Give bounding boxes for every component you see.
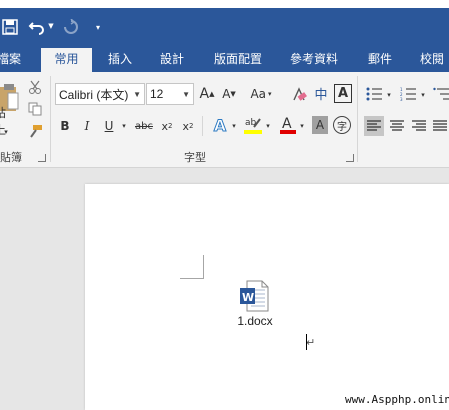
clipboard-group-label: 貼簿 xyxy=(0,151,22,164)
grow-font-icon[interactable]: A ▲ xyxy=(198,84,216,104)
tab-file[interactable]: 檔案 xyxy=(0,48,24,72)
font-name-dropdown[interactable]: Calibri (本文) ▼ xyxy=(55,83,145,105)
phonetic-guide-label: 中 xyxy=(314,87,328,103)
undo-dropdown-icon[interactable]: ▼ xyxy=(46,20,56,32)
font-name-value: Calibri (本文) xyxy=(59,87,129,102)
text-cursor xyxy=(306,334,307,350)
undo-icon[interactable] xyxy=(26,16,48,38)
svg-text:W: W xyxy=(242,291,254,304)
redo-icon[interactable] xyxy=(60,16,82,38)
margin-corner-mark xyxy=(180,255,204,279)
numbering-dropdown-icon[interactable]: ▾ xyxy=(418,90,428,100)
qat-top-strip xyxy=(0,0,449,8)
bullets-icon[interactable] xyxy=(364,84,384,104)
ribbon-tabs: 檔案 常用 插入 設計 版面配置 參考資料 郵件 校閱 xyxy=(0,48,449,72)
character-border-icon[interactable]: A xyxy=(334,84,352,103)
strikethrough-button[interactable]: abc xyxy=(132,116,156,136)
enclose-characters-icon[interactable]: 字 xyxy=(333,116,351,134)
font-group-label: 字型 xyxy=(184,151,206,164)
format-painter-icon[interactable] xyxy=(26,122,44,140)
group-divider xyxy=(202,116,203,136)
embedded-file-object[interactable]: W 1.docx xyxy=(225,280,285,330)
phonetic-guide-button[interactable]: 中 xyxy=(312,82,330,104)
highlight-dropdown-icon[interactable]: ▾ xyxy=(263,120,273,132)
clear-formatting-icon[interactable] xyxy=(290,84,308,104)
ribbon-home: 貼上 ▾ 貼簿 Calibri (本文) ▼ 12 ▼ A ▲ A ▼ Aa ▾ 中 … xyxy=(0,72,449,168)
group-divider xyxy=(357,76,358,162)
tab-design[interactable]: 設計 xyxy=(152,48,192,72)
superscript-button[interactable]: x2 xyxy=(179,116,197,136)
change-case-label: Aa xyxy=(250,87,267,101)
italic-button[interactable]: I xyxy=(78,116,96,136)
tab-home[interactable]: 常用 xyxy=(41,48,92,72)
highlight-icon[interactable]: ab xyxy=(242,114,264,136)
change-case-button[interactable]: Aa ▾ xyxy=(246,84,276,104)
document-area: W 1.docx ↵ www.Aspphp.online xyxy=(0,168,449,410)
underline-button[interactable]: U xyxy=(100,116,118,136)
customize-qat-icon[interactable]: ▾ xyxy=(92,20,104,34)
font-size-dropdown[interactable]: 12 ▼ xyxy=(146,83,194,105)
tab-mailings[interactable]: 郵件 xyxy=(360,48,400,72)
embedded-file-name: 1.docx xyxy=(237,314,273,328)
svg-text:A: A xyxy=(282,116,292,132)
tab-layout[interactable]: 版面配置 xyxy=(208,48,268,72)
justify-icon[interactable] xyxy=(431,116,449,136)
chevron-down-icon: ▼ xyxy=(133,90,141,99)
chevron-down-icon: ▼ xyxy=(182,90,190,99)
svg-text:3: 3 xyxy=(400,97,403,101)
align-center-icon[interactable] xyxy=(387,116,407,136)
numbering-icon[interactable]: 123 xyxy=(398,84,418,104)
underline-dropdown-icon[interactable]: ▾ xyxy=(119,120,129,132)
word-file-icon: W xyxy=(239,280,269,312)
tab-insert[interactable]: 插入 xyxy=(100,48,140,72)
character-shading-icon[interactable]: A xyxy=(312,116,328,134)
copy-icon[interactable] xyxy=(26,100,44,118)
group-divider xyxy=(50,76,51,162)
save-icon[interactable] xyxy=(0,16,20,38)
font-launcher-icon[interactable] xyxy=(346,154,354,162)
paste-dropdown-icon[interactable]: ▾ xyxy=(0,127,12,137)
clipboard-launcher-icon[interactable] xyxy=(38,154,46,162)
align-left-icon[interactable] xyxy=(364,116,384,136)
font-color-icon[interactable]: A xyxy=(278,114,298,136)
title-bar: ▼ ▾ xyxy=(0,0,449,48)
cut-icon[interactable] xyxy=(26,78,44,96)
paste-label[interactable]: 貼上 xyxy=(0,106,16,137)
shrink-font-icon[interactable]: A ▼ xyxy=(220,84,238,104)
paragraph-mark: ↵ xyxy=(306,336,316,349)
font-size-value: 12 xyxy=(150,87,164,101)
bold-button[interactable]: B xyxy=(56,116,74,136)
subscript-button[interactable]: x2 xyxy=(158,116,176,136)
document-page[interactable]: W 1.docx ↵ www.Aspphp.online xyxy=(85,184,449,410)
text-effects-icon[interactable]: A xyxy=(210,114,230,136)
tab-review[interactable]: 校閱 xyxy=(412,48,449,72)
align-right-icon[interactable] xyxy=(409,116,429,136)
text-effects-dropdown-icon[interactable]: ▾ xyxy=(229,120,239,132)
tab-references[interactable]: 參考資料 xyxy=(283,48,345,72)
site-watermark: www.Aspphp.online xyxy=(345,393,449,406)
bullets-dropdown-icon[interactable]: ▾ xyxy=(384,90,394,100)
multilevel-list-icon[interactable] xyxy=(432,84,449,104)
font-color-dropdown-icon[interactable]: ▾ xyxy=(297,120,307,132)
